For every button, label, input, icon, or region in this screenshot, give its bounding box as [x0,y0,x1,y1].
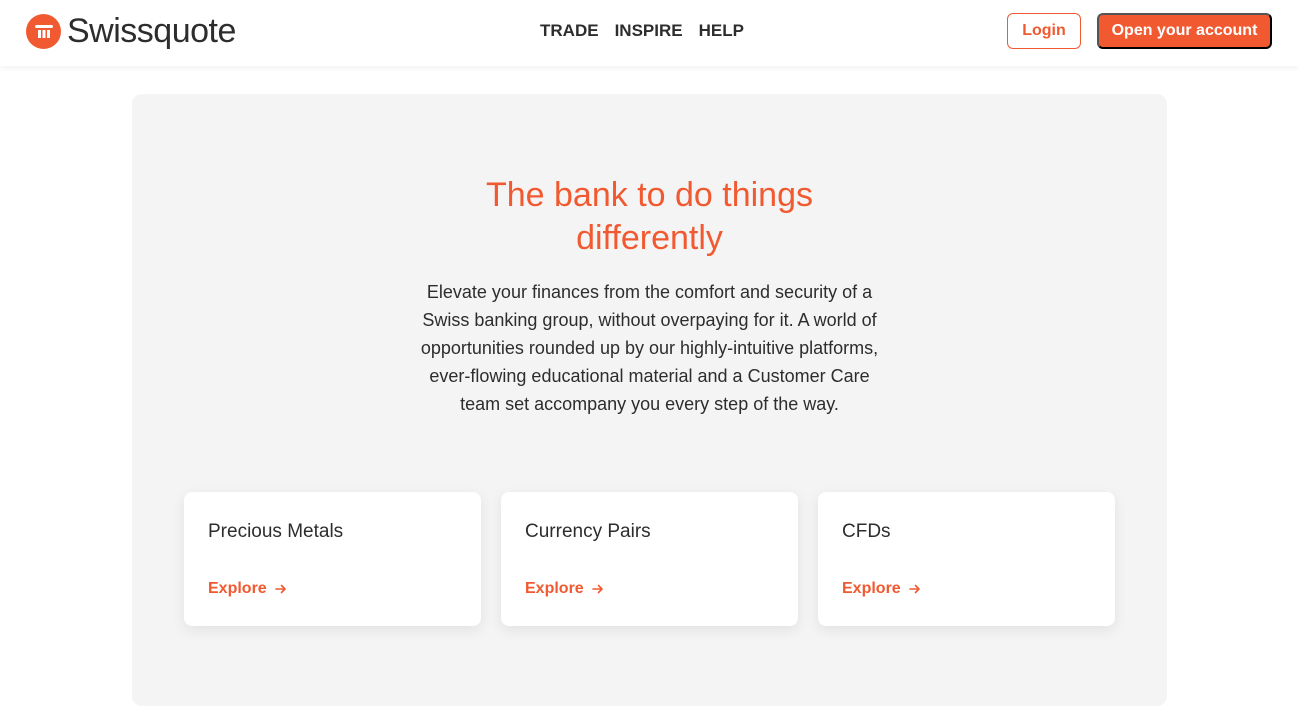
hero-title: The bank to do things differently [132,174,1167,260]
card-cfds[interactable]: CFDs Explore [818,492,1115,626]
open-account-button[interactable]: Open your account [1097,13,1272,49]
hero-title-line-2: differently [576,219,723,257]
nav-item-help[interactable]: HELP [699,20,744,42]
site-header: Swissquote TRADE INSPIRE HELP Login Open… [0,0,1299,66]
card-title: Currency Pairs [525,521,651,542]
hero-title-line-1: The bank to do things [485,176,813,214]
arrow-right-icon [908,584,920,594]
arrow-right-icon [274,584,286,594]
hero-description: Elevate your finances from the comfort a… [420,282,879,414]
arrow-right-icon [591,584,603,594]
login-button[interactable]: Login [1007,13,1081,49]
product-cards: Precious Metals Explore Currency Pairs E… [184,492,1115,626]
card-title: CFDs [842,521,891,542]
logo-text: Swissquote [67,12,236,50]
nav-item-inspire[interactable]: INSPIRE [615,20,683,42]
card-title: Precious Metals [208,521,344,542]
explore-link[interactable]: Explore [842,580,921,598]
explore-link[interactable]: Explore [525,580,604,598]
card-precious-metals[interactable]: Precious Metals Explore [184,492,481,626]
main-nav: TRADE INSPIRE HELP [540,20,744,42]
card-currency-pairs[interactable]: Currency Pairs Explore [501,492,798,626]
explore-link[interactable]: Explore [208,580,287,598]
nav-item-trade[interactable]: TRADE [540,20,599,42]
explore-label: Explore [842,580,901,597]
swissquote-logo[interactable]: Swissquote [26,12,236,50]
explore-label: Explore [208,580,267,597]
hero-panel: The bank to do things differently Elevat… [132,94,1167,706]
swissquote-logo-icon [26,13,61,49]
explore-label: Explore [525,580,584,597]
